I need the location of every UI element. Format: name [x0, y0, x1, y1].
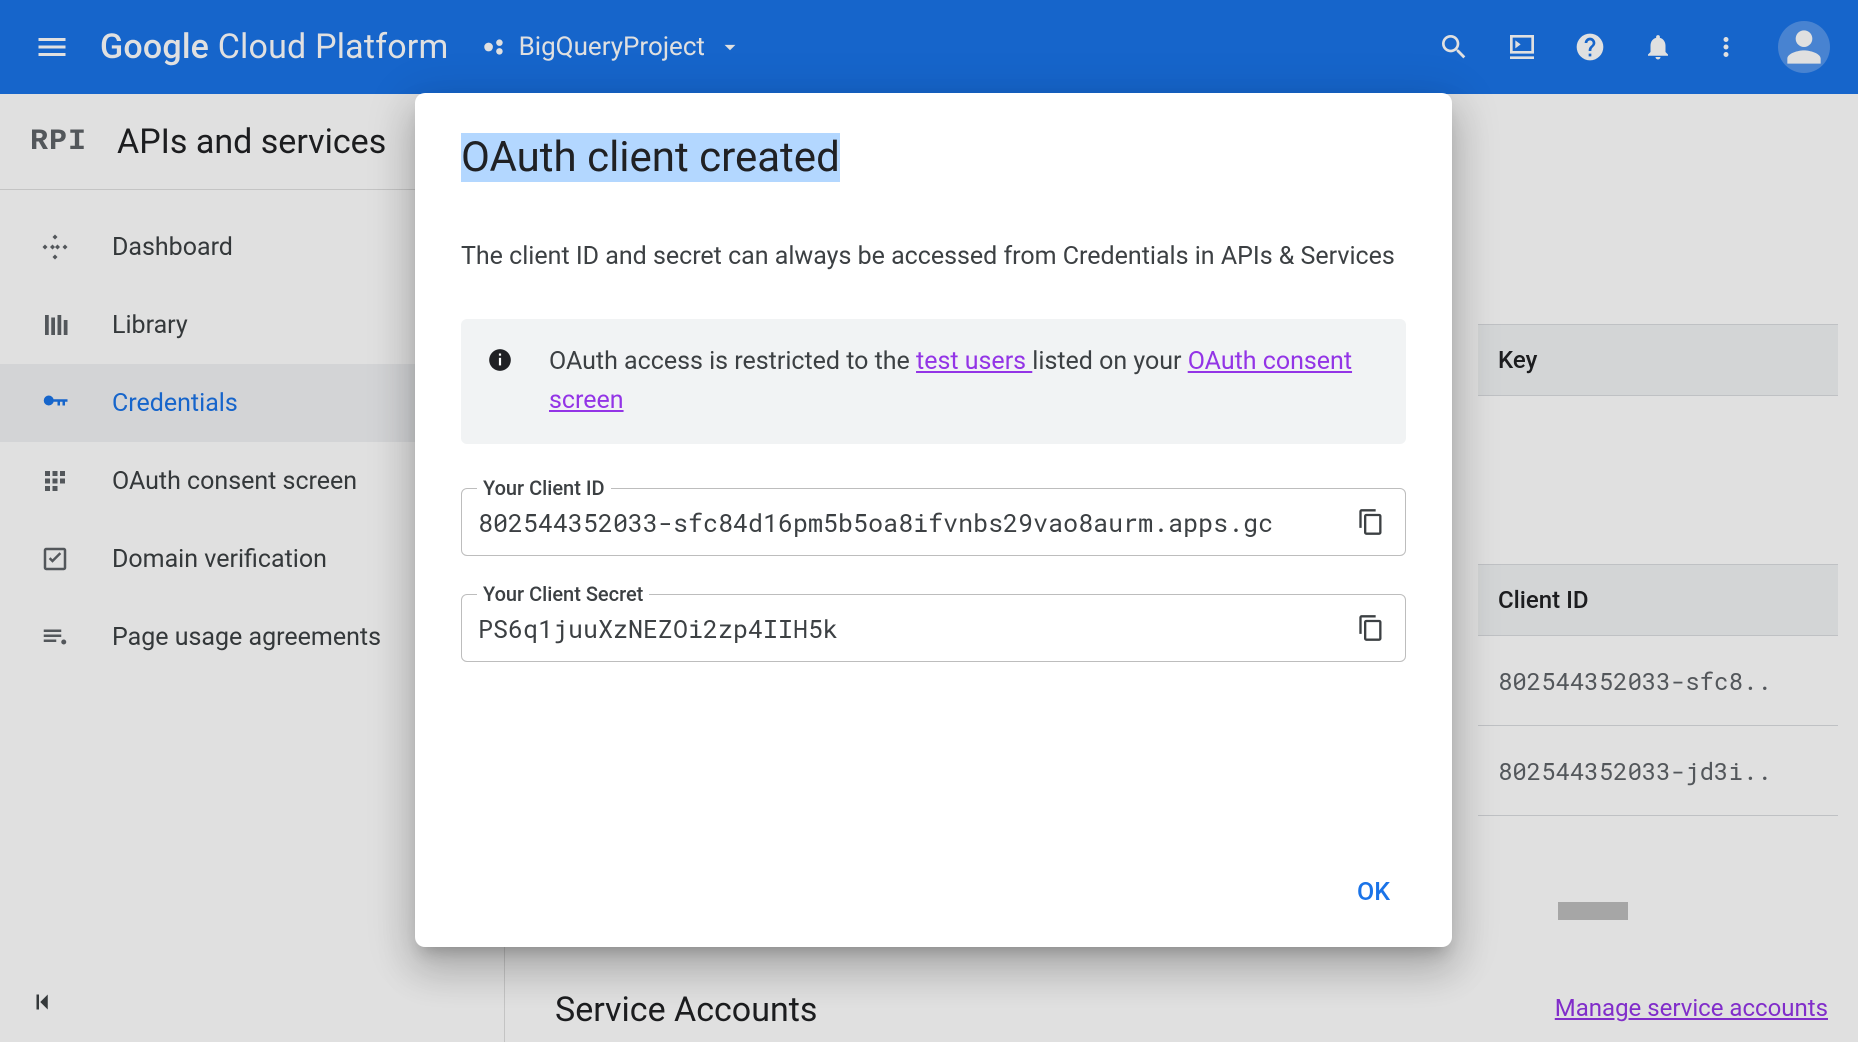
manage-service-accounts-link[interactable]: Manage service accounts: [1555, 994, 1828, 1022]
project-name: BigQueryProject: [519, 32, 705, 62]
menu-icon[interactable]: [28, 23, 76, 71]
page-usage-icon: [40, 622, 70, 652]
section-title: APIs and services: [117, 122, 386, 162]
ok-button[interactable]: OK: [1341, 866, 1406, 919]
client-secret-label: Your Client Secret: [477, 582, 649, 606]
project-selector[interactable]: BigQueryProject: [481, 32, 743, 62]
info-notice: OAuth access is restricted to the test u…: [461, 319, 1406, 445]
collapse-sidebar-icon[interactable]: [24, 982, 64, 1022]
cloud-shell-icon[interactable]: [1506, 31, 1538, 63]
dashboard-icon: [40, 232, 70, 262]
client-secret-value[interactable]: PS6q1juuXzNEZOi2zp4IIH5k: [478, 612, 1351, 645]
account-avatar[interactable]: [1778, 21, 1830, 73]
api-logo: RPI: [30, 125, 87, 159]
help-icon[interactable]: [1574, 31, 1606, 63]
library-icon: [40, 310, 70, 340]
search-icon[interactable]: [1438, 31, 1470, 63]
service-accounts-heading: Service Accounts: [555, 990, 817, 1030]
sidebar-item-label: Dashboard: [112, 233, 233, 262]
copy-client-secret-button[interactable]: [1351, 608, 1391, 648]
copy-client-id-button[interactable]: [1351, 502, 1391, 542]
table-header-clientid: Client ID: [1478, 564, 1838, 636]
sidebar-item-label: Library: [112, 311, 188, 340]
consent-icon: [40, 466, 70, 496]
logo-strong: Google: [100, 27, 209, 67]
table-row: 802544352033-sfc8..: [1478, 636, 1838, 726]
topbar: Google Cloud Platform BigQueryProject: [0, 0, 1858, 94]
client-secret-field: Your Client Secret PS6q1juuXzNEZOi2zp4II…: [461, 594, 1406, 662]
logo-rest: Cloud Platform: [209, 27, 448, 67]
notifications-icon[interactable]: [1642, 31, 1674, 63]
check-box-icon: [40, 544, 70, 574]
client-id-field: Your Client ID 802544352033-sfc84d16pm5b…: [461, 488, 1406, 556]
client-id-value[interactable]: 802544352033-sfc84d16pm5b5oa8ifvnbs29vao…: [478, 506, 1351, 539]
sidebar-item-label: Domain verification: [112, 545, 327, 574]
logo: Google Cloud Platform: [100, 27, 449, 67]
table-header-key: Key: [1478, 324, 1838, 396]
modal-description: The client ID and secret can always be a…: [461, 238, 1406, 277]
key-icon: [40, 388, 70, 418]
info-icon: [487, 347, 513, 373]
client-id-label: Your Client ID: [477, 476, 611, 500]
scrollbar-stub: [1558, 902, 1628, 920]
info-text: OAuth access is restricted to the test u…: [549, 343, 1380, 421]
sidebar-item-label: Page usage agreements: [112, 623, 381, 652]
modal-title: OAuth client created: [461, 133, 1406, 182]
test-users-link[interactable]: test users: [916, 347, 1032, 376]
sidebar-item-label: Credentials: [112, 389, 238, 418]
oauth-created-modal: OAuth client created The client ID and s…: [415, 93, 1452, 947]
more-icon[interactable]: [1710, 31, 1742, 63]
table-row: 802544352033-jd3i..: [1478, 726, 1838, 816]
sidebar-item-label: OAuth consent screen: [112, 467, 357, 496]
